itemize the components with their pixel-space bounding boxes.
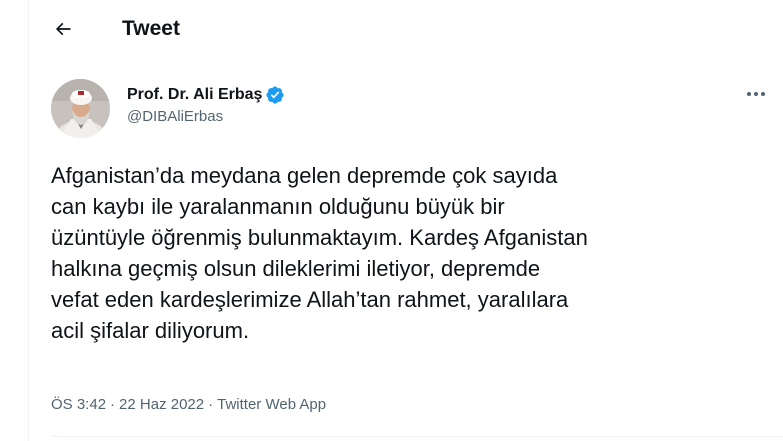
more-horizontal-icon xyxy=(747,92,765,96)
tweet-date[interactable]: 22 Haz 2022 xyxy=(119,396,204,413)
meta-separator: · xyxy=(208,396,214,413)
avatar[interactable] xyxy=(51,79,110,138)
page-title: Tweet xyxy=(122,17,180,40)
tweet-meta: ÖS 3:42 · 22 Haz 2022 · Twitter Web App xyxy=(51,395,326,415)
arrow-left-icon xyxy=(55,22,71,36)
more-options-button[interactable] xyxy=(739,84,773,104)
author-handle[interactable]: @DIBAliErbas xyxy=(127,108,223,125)
author-display-name[interactable]: Prof. Dr. Ali Erbaş xyxy=(127,86,262,104)
tweet-text: Afganistan’da meydana gelen depremde çok… xyxy=(51,163,588,343)
top-bar: Tweet xyxy=(29,0,783,58)
back-button[interactable] xyxy=(46,12,80,46)
profile-photo xyxy=(51,79,110,138)
tweet-time[interactable]: ÖS 3:42 xyxy=(51,396,106,413)
divider xyxy=(51,436,783,437)
tweet-source[interactable]: Twitter Web App xyxy=(217,396,326,413)
verified-badge-icon xyxy=(265,85,285,105)
meta-separator: · xyxy=(110,396,116,413)
tweet-column: Tweet Prof. Dr. Ali Erbaş @DIBAliErbas A… xyxy=(28,0,783,441)
author-name-row: Prof. Dr. Ali Erbaş xyxy=(127,84,285,106)
